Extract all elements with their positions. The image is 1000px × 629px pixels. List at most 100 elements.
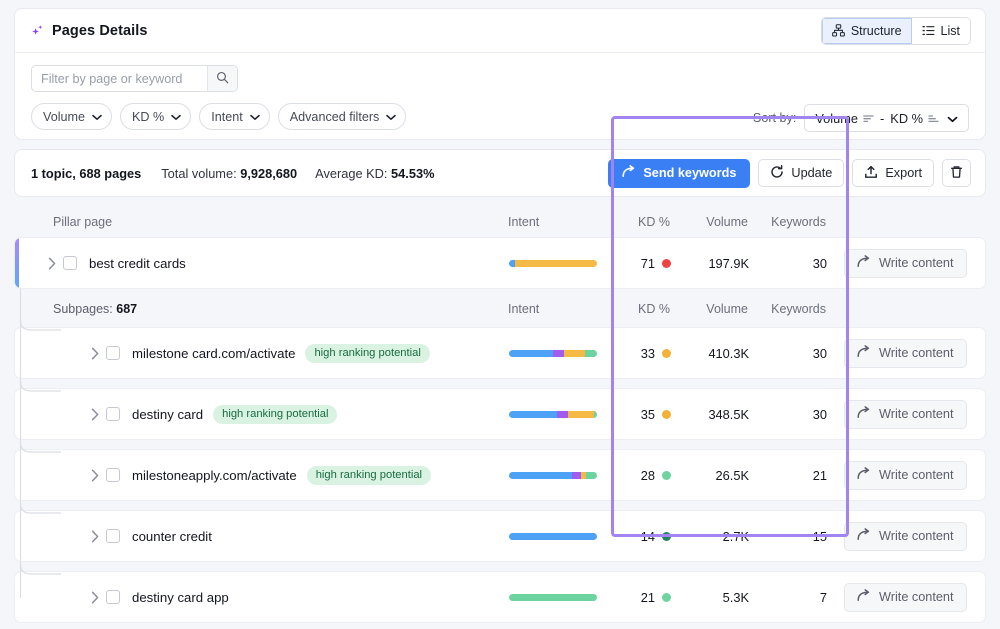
filter-chip-intent-label: Intent [211, 109, 243, 124]
intent-bar [509, 410, 597, 418]
arrow-forward-icon [857, 345, 871, 361]
column-pillar-page: Pillar page [53, 214, 113, 229]
subpage-row[interactable]: destiny card app 21 5.3K 7 Write content [14, 571, 986, 623]
subpage-page-name: counter credit [132, 528, 212, 544]
subpage-intent-cell [509, 593, 609, 601]
subpages-count-value: 687 [116, 302, 138, 316]
stats-actions: Send keywords Update Export [608, 158, 971, 188]
expand-caret-icon[interactable] [84, 469, 106, 482]
high-ranking-potential-badge: high ranking potential [305, 343, 430, 363]
column-kd-sub: KD % [638, 302, 670, 316]
expand-caret-icon[interactable] [84, 530, 106, 543]
subpage-page-name: milestone card.com/activate [132, 345, 296, 361]
subpage-kd-cell: 28 [609, 468, 671, 483]
subpage-kd-cell: 33 [609, 346, 671, 361]
pillar-kd-cell: 71 [609, 256, 671, 271]
write-content-button[interactable]: Write content [844, 521, 967, 551]
pillar-intent-cell [509, 259, 609, 267]
column-keywords: Keywords [771, 214, 826, 229]
subpage-page-name: destiny card app [132, 589, 229, 605]
row-checkbox[interactable] [106, 468, 120, 482]
write-content-label: Write content [879, 529, 954, 543]
sparkle-icon [31, 23, 45, 39]
sort-ascending-icon [928, 111, 939, 126]
send-keywords-button[interactable]: Send keywords [608, 158, 751, 188]
list-icon [922, 24, 935, 37]
view-list-button[interactable]: List [911, 17, 970, 44]
kd-status-dot [662, 470, 671, 480]
column-intent: Intent [508, 214, 540, 229]
subpage-page-cell: milestone card.com/activate high ranking … [15, 343, 509, 363]
subpage-keywords-value: 7 [819, 589, 827, 605]
stat-topics-pages: 1 topic, 688 pages [31, 165, 142, 181]
write-content-button[interactable]: Write content [844, 399, 967, 429]
pillar-volume-value: 197.9K [708, 255, 749, 271]
intent-bar [509, 259, 597, 267]
row-checkbox[interactable] [63, 256, 77, 270]
row-checkbox[interactable] [106, 407, 120, 421]
pillar-keywords-value: 30 [812, 255, 827, 271]
subpages-column-header: Subpages: 687 Intent KD % Volume Keyword… [14, 291, 986, 327]
chevron-down-icon [171, 110, 182, 124]
export-button[interactable]: Export [852, 159, 934, 187]
kd-status-dot [662, 409, 671, 419]
stat-total-volume-value: 9,928,680 [240, 165, 298, 181]
search-input[interactable] [32, 66, 207, 91]
search-group[interactable] [31, 65, 238, 92]
filter-chip-volume[interactable]: Volume [31, 103, 113, 130]
row-checkbox[interactable] [106, 529, 120, 543]
kd-status-dot [662, 258, 671, 268]
expand-caret-icon[interactable] [41, 257, 63, 270]
column-keywords-sub: Keywords [771, 302, 826, 316]
filter-chip-intent[interactable]: Intent [199, 103, 270, 130]
chevron-down-icon [386, 110, 397, 124]
view-structure-button[interactable]: Structure [821, 17, 912, 44]
subpage-intent-cell [509, 410, 609, 418]
subpage-row[interactable]: milestoneapply.com/activate high ranking … [14, 449, 986, 501]
row-checkbox[interactable] [106, 590, 120, 604]
sort-primary-label: Volume [815, 110, 859, 126]
sort-by-select[interactable]: Volume - KD % [804, 104, 969, 132]
intent-bar [509, 349, 597, 357]
view-toggle[interactable]: Structure List [820, 16, 971, 45]
sort-separator: - [880, 110, 885, 126]
pages-table: Pillar page Intent KD % Volume Keywords … [14, 116, 986, 623]
column-volume-sub: Volume [706, 302, 748, 316]
expand-caret-icon[interactable] [84, 347, 106, 360]
pillar-action-cell: Write content [827, 248, 977, 278]
subpages-rows: milestone card.com/activate high ranking … [14, 327, 986, 623]
delete-button[interactable] [942, 159, 971, 187]
stat-total-volume-label: Total volume: [161, 165, 237, 181]
filter-chip-kd[interactable]: KD % [120, 103, 192, 130]
chevron-down-icon [947, 111, 958, 126]
update-button[interactable]: Update [758, 159, 845, 187]
pillar-row[interactable]: best credit cards 71 197.9K 30 Write con… [14, 237, 986, 289]
stat-average-kd: Average KD: 54.53% [315, 166, 434, 181]
write-content-button[interactable]: Write content [844, 582, 967, 612]
pillar-page-cell: best credit cards [15, 256, 509, 271]
subpage-keywords-value: 30 [812, 345, 827, 361]
subpage-row[interactable]: counter credit 14 2.7K 15 Write content [14, 510, 986, 562]
pillar-page-name: best credit cards [89, 255, 186, 271]
write-content-button[interactable]: Write content [844, 460, 967, 490]
filter-chip-advanced[interactable]: Advanced filters [277, 103, 407, 130]
write-content-button[interactable]: Write content [844, 338, 967, 368]
upload-icon [864, 165, 878, 182]
subpage-row[interactable]: destiny card high ranking potential 35 348.… [14, 388, 986, 440]
column-kd: KD % [638, 214, 670, 229]
kd-status-dot [662, 348, 671, 358]
subpage-keywords-value: 30 [812, 406, 827, 422]
expand-caret-icon[interactable] [84, 591, 106, 604]
expand-caret-icon[interactable] [84, 408, 106, 421]
write-content-button[interactable]: Write content [844, 248, 967, 278]
search-button[interactable] [207, 66, 237, 91]
subpage-intent-cell [509, 349, 609, 357]
row-checkbox[interactable] [106, 346, 120, 360]
update-label: Update [791, 166, 833, 180]
subpage-row[interactable]: milestone card.com/activate high ranking … [14, 327, 986, 379]
intent-bar [509, 593, 597, 601]
subpage-volume-value: 5.3K [722, 589, 749, 605]
view-list-label: List [940, 23, 960, 38]
subpage-kd-cell: 21 [609, 590, 671, 605]
subpages-count: Subpages: 687 [14, 302, 508, 316]
